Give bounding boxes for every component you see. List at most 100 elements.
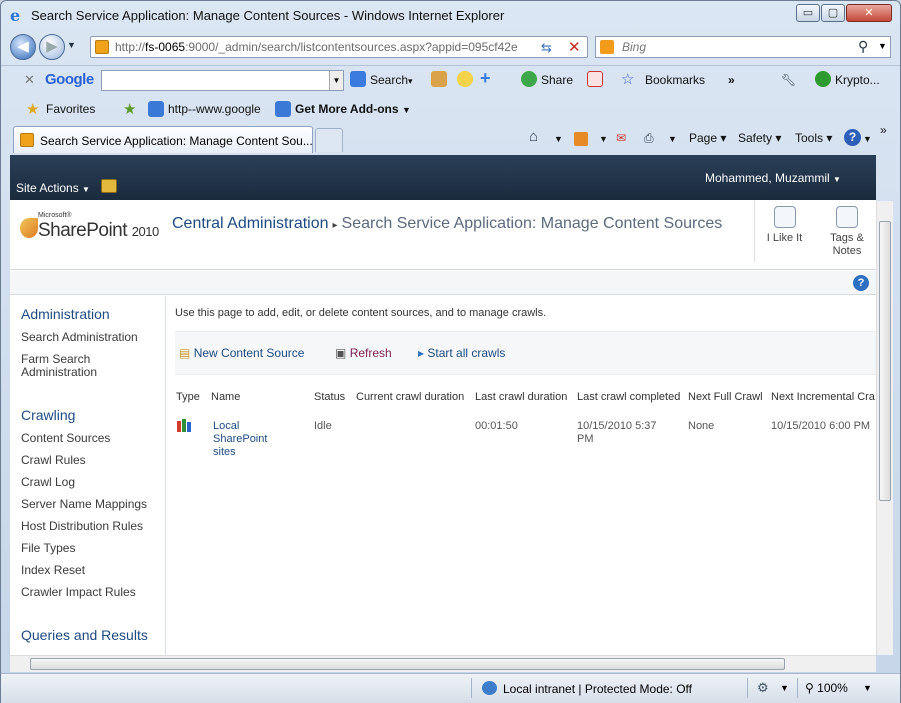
col-header-status[interactable]: Status [314,391,345,403]
google-search-input[interactable]: ▼ [101,70,344,91]
wrench-icon[interactable]: 🔧︎ [781,73,796,87]
user-menu[interactable]: Mohammed, Muzammil ▼ [705,171,841,185]
nav-index-reset[interactable]: Index Reset [21,564,161,577]
help-menu-icon[interactable]: ? [844,129,861,146]
site-actions-menu[interactable]: Site Actions ▼ [16,181,90,195]
chevron-down-icon[interactable]: ▼ [863,683,872,693]
nav-search-administration[interactable]: Search Administration [21,331,161,344]
nav-crawl-log[interactable]: Crawl Log [21,476,161,489]
col-header-next-incremental-crawl[interactable]: Next Incremental Cra [771,391,875,403]
ie-logo-icon: e [9,6,25,25]
chevron-down-icon[interactable]: ▾ [408,76,413,87]
google-search-button[interactable]: Search [370,73,408,87]
chevron-down-icon[interactable]: ▼ [780,683,789,693]
maximize-button[interactable]: ▢ [821,4,845,22]
favorite-link-google[interactable]: http--www.google [168,102,261,116]
nav-farm-search-administration[interactable]: Farm Search Administration [21,353,161,379]
chevron-down-icon[interactable]: ▼ [329,71,343,90]
krypto-button[interactable]: Krypto... [835,73,880,87]
help-bar: ? [10,271,876,295]
page-menu[interactable]: Page ▾ [689,131,726,145]
chevron-down-icon[interactable]: ▼ [402,105,411,115]
address-bar[interactable]: http://fs-0065:9000/_admin/search/listco… [90,36,588,58]
tag-icon [836,206,858,228]
zoom-control[interactable]: ⚲ 100% [805,681,848,695]
print-icon[interactable]: ⎙ [644,131,654,146]
browser-window: e Search Service Application: Manage Con… [0,0,901,703]
search-box[interactable]: Bing ⚲ ▼ [595,36,891,58]
tags-notes-button[interactable]: Tags & Notes [818,200,876,262]
col-header-type[interactable]: Type [176,391,200,403]
nav-server-name-mappings[interactable]: Server Name Mappings [21,498,161,511]
col-header-current-crawl-duration[interactable]: Current crawl duration [356,391,464,403]
close-toolbar-icon[interactable]: ✕ [24,72,35,88]
protected-mode-icon[interactable]: ⚙ [757,680,769,696]
stop-icon[interactable]: ✕ [568,38,581,56]
tools-menu[interactable]: Tools ▾ [795,131,832,145]
thumbs-up-icon [773,206,796,228]
vertical-scroll-thumb[interactable] [879,221,891,501]
chevron-down-icon[interactable]: ▼ [599,134,608,144]
navigate-up-icon[interactable] [101,179,117,193]
help-icon[interactable]: ? [853,275,869,291]
col-header-next-full-crawl[interactable]: Next Full Crawl [688,391,763,403]
nav-file-types[interactable]: File Types [21,542,161,555]
content-source-name-link[interactable]: Local SharePoint sites [213,420,283,459]
breadcrumb-central-admin-link[interactable]: Central Administration [172,215,329,232]
search-options-dropdown-icon[interactable]: ▼ [878,41,887,51]
bookmarks-button[interactable]: Bookmarks [645,73,705,87]
close-button[interactable]: ✕ [846,4,892,22]
read-mail-icon[interactable]: ✉ [616,131,626,145]
more-tools-button[interactable]: » [728,73,735,87]
url-text[interactable]: http://fs-0065:9000/_admin/search/listco… [115,40,555,54]
nav-crawler-impact-rules[interactable]: Crawler Impact Rules [21,586,161,599]
nav-host-distribution-rules[interactable]: Host Distribution Rules [21,520,161,533]
cell-next-incremental-crawl: 10/15/2010 6:00 PM [771,420,871,432]
forward-button[interactable]: ▶ [39,34,65,60]
col-header-last-crawl-duration[interactable]: Last crawl duration [475,391,567,403]
new-tab-button[interactable] [315,128,343,152]
nav-heading-queries-results[interactable]: Queries and Results [21,627,148,643]
nav-heading-administration[interactable]: Administration [21,306,110,322]
sharepoint-ribbon: Site Actions ▼ Mohammed, Muzammil ▼ [10,155,876,200]
horizontal-scroll-thumb[interactable] [30,658,785,670]
horizontal-scrollbar[interactable] [10,655,876,672]
chevron-down-icon[interactable]: ▼ [668,134,677,144]
compatibility-view-icon[interactable]: ⇆ [541,40,552,56]
tab-active[interactable]: Search Service Application: Manage Conte… [13,126,313,153]
google-toolbar: ✕ Google ▼ Search ▾ + Share ☆ Bookmarks … [1,65,900,93]
star-icon[interactable]: ☆ [621,70,634,88]
vertical-scrollbar[interactable] [876,201,893,655]
nav-crawl-rules[interactable]: Crawl Rules [21,454,161,467]
col-header-last-crawl-completed[interactable]: Last crawl completed [577,391,680,403]
start-all-crawls-button[interactable]: ▸ Start all crawls [418,346,505,360]
pencil-icon[interactable] [431,71,447,87]
i-like-it-button[interactable]: I Like It [754,200,814,262]
search-icon[interactable]: ⚲ [858,38,868,55]
more-commands-button[interactable]: » [880,123,887,137]
favorites-button[interactable]: Favorites [46,102,95,116]
nav-content-sources[interactable]: Content Sources [21,432,161,445]
minimize-button[interactable]: ▭ [796,4,820,22]
nav-heading-crawling[interactable]: Crawling [21,407,75,423]
new-content-source-button[interactable]: ▤ New Content Source [179,346,304,360]
lightbulb-icon[interactable] [457,71,473,87]
add-favorite-icon[interactable]: ★ [123,100,136,118]
security-zone-text[interactable]: Local intranet | Protected Mode: Off [503,682,692,696]
google-search-icon[interactable] [350,71,366,87]
share-button[interactable]: Share [541,73,573,87]
home-icon[interactable]: ⌂ [529,128,538,145]
popup-blocker-icon[interactable] [587,71,603,87]
chevron-down-icon[interactable]: ▼ [863,134,872,144]
safety-menu[interactable]: Safety ▾ [738,131,781,145]
back-button[interactable]: ◀ [10,34,36,60]
refresh-button[interactable]: ▣ Refresh [335,346,392,360]
recent-pages-dropdown-icon[interactable]: ▼ [67,40,76,50]
get-more-addons-link[interactable]: Get More Add-ons [295,102,399,116]
col-header-name[interactable]: Name [211,391,240,403]
share-icon[interactable] [521,71,537,87]
page-favicon-icon [95,40,109,54]
chevron-down-icon[interactable]: ▼ [554,134,563,144]
plus-icon[interactable]: + [480,69,496,87]
feeds-icon[interactable] [574,132,588,146]
